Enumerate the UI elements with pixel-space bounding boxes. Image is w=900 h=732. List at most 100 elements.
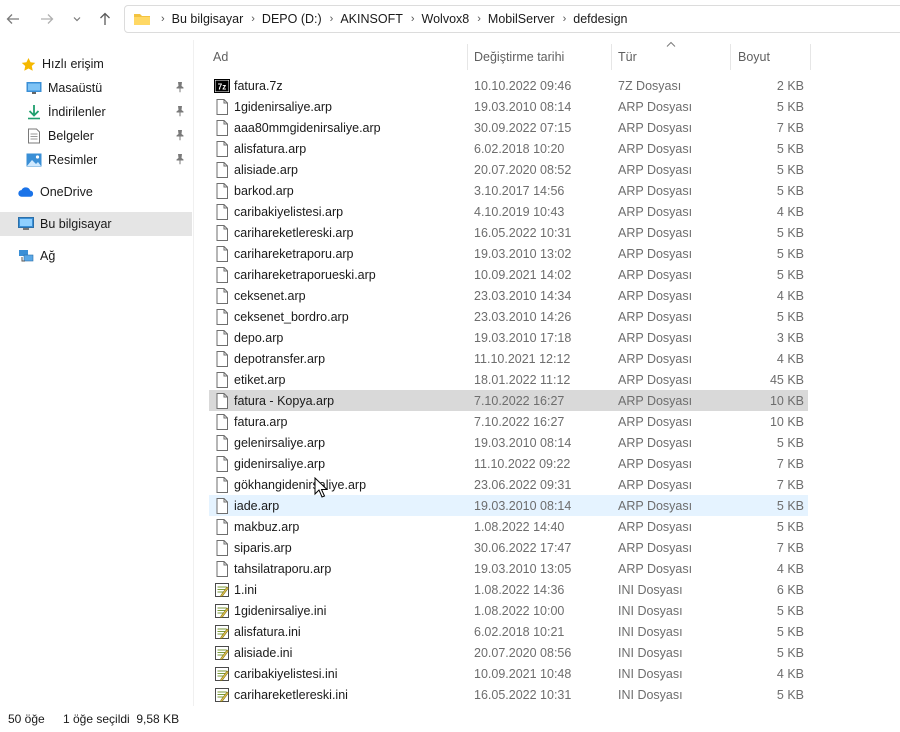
file-type: ARP Dosyası (618, 246, 693, 261)
file-modified-date: 10.09.2021 14:02 (474, 267, 572, 282)
breadcrumb-akinsoft[interactable]: AKINSOFT (340, 12, 403, 26)
file-row[interactable]: caribakiyelistesi.arp 4.10.2019 10:43 ARP … (209, 201, 808, 222)
file-row[interactable]: depo.arp 19.03.2010 17:18 ARP Dosyası 3 KB (209, 327, 808, 348)
file-size: 5 KB (776, 498, 804, 513)
file-size: 7 KB (776, 540, 804, 555)
file-size: 5 KB (776, 162, 804, 177)
file-row[interactable]: siparis.arp 30.06.2022 17:47 ARP Dosyası 7 … (209, 537, 808, 558)
column-divider[interactable] (730, 44, 731, 70)
file-row[interactable]: alisiade.arp 20.07.2020 08:52 ARP Dosyası 5… (209, 159, 808, 180)
recent-locations-button[interactable] (68, 8, 86, 30)
file-type: ARP Dosyası (618, 309, 693, 324)
file-modified-date: 1.08.2022 10:00 (474, 603, 565, 618)
file-size: 5 KB (776, 519, 804, 534)
file-row[interactable]: carihareketraporueski.arp 10.09.2021 14:0… (209, 264, 808, 285)
arrow-up-icon (100, 12, 110, 25)
sidebar-item-documents[interactable]: Belgeler (0, 124, 192, 148)
up-button[interactable] (94, 8, 116, 30)
file-row[interactable]: 7z fatura.7z 10.10.2022 09:46 7Z Dosyası 2 K… (209, 75, 808, 96)
breadcrumb-defdesign[interactable]: defdesign (573, 12, 627, 26)
star-icon (20, 56, 36, 72)
sidebar-item-network[interactable]: Ağ (0, 244, 192, 268)
file-row[interactable]: caribakiyelistesi.ini 10.09.2021 10:48 INI… (209, 663, 808, 684)
address-bar[interactable]: › Bu bilgisayar › DEPO (D:) › AKINSOFT ›… (124, 5, 900, 33)
column-header-type[interactable]: Tür (618, 44, 730, 70)
sidebar-item-onedrive[interactable]: OneDrive (0, 180, 192, 204)
file-name: 1gidenirsaliye.arp (234, 99, 332, 114)
file-row[interactable]: aaa80mmgidenirsaliye.arp 30.09.2022 07:15… (209, 117, 808, 138)
back-button[interactable] (2, 8, 24, 30)
sidebar-item-desktop[interactable]: Masaüstü (0, 76, 192, 100)
sidebar-item-this-pc[interactable]: Bu bilgisayar (0, 212, 192, 236)
sidebar-item-quick-access[interactable]: Hızlı erişim (0, 52, 192, 76)
file-row[interactable]: etiket.arp 18.01.2022 11:12 ARP Dosyası 45 … (209, 369, 808, 390)
file-size: 4 KB (776, 561, 804, 576)
breadcrumb-separator: › (251, 13, 255, 25)
file-row[interactable]: carihareketlereski.ini 16.05.2022 10:31 IN… (209, 684, 808, 705)
sidebar-item-pictures[interactable]: Resimler (0, 148, 192, 172)
file-modified-date: 30.06.2022 17:47 (474, 540, 572, 555)
column-header-date[interactable]: Değiştirme tarihi (474, 44, 612, 70)
file-row[interactable]: fatura - Kopya.arp 7.10.2022 16:27 ARP Dos… (209, 390, 808, 411)
pin-icon[interactable] (174, 129, 186, 141)
file-row[interactable]: carihareketlereski.arp 16.05.2022 10:31 AR… (209, 222, 808, 243)
file-modified-date: 19.03.2010 17:18 (474, 330, 572, 345)
file-type: INI Dosyası (618, 666, 683, 681)
breadcrumb-depo[interactable]: DEPO (D:) (262, 12, 322, 26)
column-divider[interactable] (611, 44, 612, 70)
file-row[interactable]: alisfatura.arp 6.02.2018 10:20 ARP Dosyası… (209, 138, 808, 159)
file-row[interactable]: ceksenet.arp 23.03.2010 14:34 ARP Dosyası 4… (209, 285, 808, 306)
arrow-left-icon (6, 14, 19, 24)
file-row[interactable]: gidenirsaliye.arp 11.10.2022 09:22 ARP Dos… (209, 453, 808, 474)
breadcrumb-mobilserver[interactable]: MobilServer (488, 12, 555, 26)
pin-icon[interactable] (174, 105, 186, 117)
column-header-name[interactable]: Ad (213, 44, 468, 70)
file-row[interactable]: makbuz.arp 1.08.2022 14:40 ARP Dosyası 5 KB (209, 516, 808, 537)
file-type: ARP Dosyası (618, 456, 693, 471)
file-row[interactable]: 1.ini 1.08.2022 14:36 INI Dosyası 6 KB (209, 579, 808, 600)
navigation-bar: › Bu bilgisayar › DEPO (D:) › AKINSOFT ›… (0, 0, 900, 38)
column-divider[interactable] (810, 44, 811, 70)
file-row[interactable]: tahsilatraporu.arp 19.03.2010 13:05 ARP Do… (209, 558, 808, 579)
file-size: 7 KB (776, 456, 804, 471)
cloud-icon (18, 184, 34, 200)
file-row[interactable]: carihareketraporu.arp 19.03.2010 13:02 ARP… (209, 243, 808, 264)
forward-button[interactable] (36, 8, 58, 30)
file-row[interactable]: 1gidenirsaliye.ini 1.08.2022 10:00 INI Dos… (209, 600, 808, 621)
file-row[interactable]: barkod.arp 3.10.2017 14:56 ARP Dosyası 5 KB (209, 180, 808, 201)
file-name: caribakiyelistesi.ini (234, 666, 338, 681)
pin-icon[interactable] (174, 153, 186, 165)
pin-icon[interactable] (174, 81, 186, 93)
file-row[interactable]: gelenirsaliye.arp 19.03.2010 08:14 ARP Dos… (209, 432, 808, 453)
file-type: ARP Dosyası (618, 204, 693, 219)
file-row[interactable]: gökhangidenirsaliye.arp 23.06.2022 09:31 A… (209, 474, 808, 495)
file-size: 5 KB (776, 246, 804, 261)
file-modified-date: 10.10.2022 09:46 (474, 78, 572, 93)
file-modified-date: 16.05.2022 10:31 (474, 225, 572, 240)
file-size: 2 KB (776, 78, 804, 93)
file-type: INI Dosyası (618, 603, 683, 618)
file-modified-date: 1.08.2022 14:40 (474, 519, 565, 534)
file-name: carihareketraporueski.arp (234, 267, 376, 282)
column-divider[interactable] (467, 44, 468, 70)
file-modified-date: 30.09.2022 07:15 (474, 120, 572, 135)
selection-info: 1 öğe seçildi 9,58 KB (63, 712, 180, 726)
file-row[interactable]: alisiade.ini 20.07.2020 08:56 INI Dosyası 5… (209, 642, 808, 663)
file-name: alisiade.arp (234, 162, 298, 177)
file-row[interactable]: 1gidenirsaliye.arp 19.03.2010 08:14 ARP Do… (209, 96, 808, 117)
file-row[interactable]: iade.arp 19.03.2010 08:14 ARP Dosyası 5 KB (209, 495, 808, 516)
file-icon (214, 540, 230, 556)
breadcrumb-bu-bilgisayar[interactable]: Bu bilgisayar (172, 12, 244, 26)
file-row[interactable]: alisfatura.ini 6.02.2018 10:21 INI Dosyası… (209, 621, 808, 642)
file-row[interactable]: ceksenet_bordro.arp 23.03.2010 14:26 ARP D… (209, 306, 808, 327)
file-name: ceksenet.arp (234, 288, 306, 303)
file-type: ARP Dosyası (618, 540, 693, 555)
breadcrumb-wolvox8[interactable]: Wolvox8 (422, 12, 470, 26)
sidebar-item-downloads[interactable]: İndirilenler (0, 100, 192, 124)
file-row[interactable]: fatura.arp 7.10.2022 16:27 ARP Dosyası 10 K… (209, 411, 808, 432)
file-size: 4 KB (776, 666, 804, 681)
column-header-size[interactable]: Boyut (738, 44, 808, 70)
file-row[interactable]: depotransfer.arp 11.10.2021 12:12 ARP Dosy… (209, 348, 808, 369)
ini-file-icon (214, 603, 230, 619)
pane-divider[interactable] (193, 40, 194, 706)
